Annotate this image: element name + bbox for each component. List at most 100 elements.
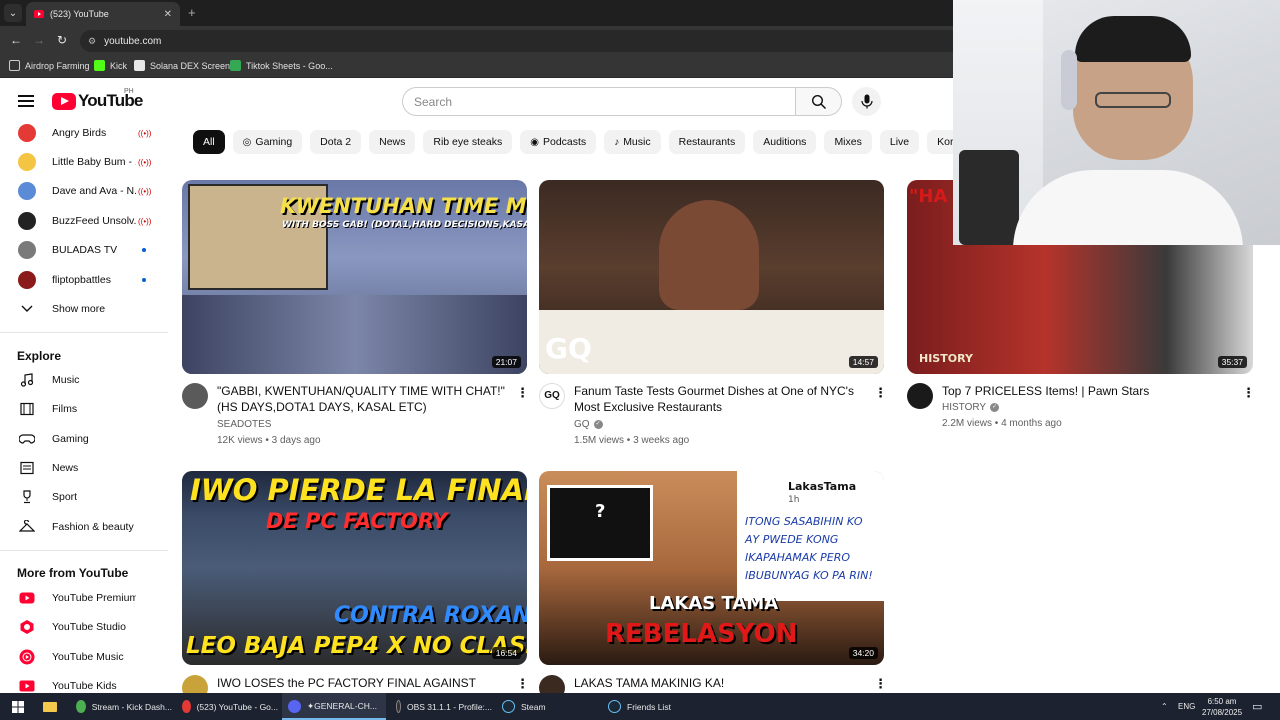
chrome-icon	[182, 700, 191, 713]
avatar	[18, 271, 36, 289]
sidebar-item-fliptopbattles[interactable]: fliptopbattles	[0, 266, 168, 294]
video-thumbnail[interactable]: IWO PIERDE LA FINAL DE PC FACTORY CONTRA…	[182, 471, 527, 665]
chip-label: Restaurants	[678, 136, 736, 148]
more-vert-icon[interactable]: ⋮	[1242, 386, 1255, 399]
chip-music[interactable]: ♪ Music	[604, 130, 661, 154]
taskbar-item-steam[interactable]: Steam	[496, 693, 598, 720]
channel-name[interactable]: HISTORY ✓	[942, 402, 1000, 413]
tab-search-button[interactable]: ⌄	[4, 4, 22, 22]
channel-avatar[interactable]	[182, 675, 208, 693]
sidebar-item-fashion-beauty[interactable]: Fashion & beauty	[0, 513, 168, 541]
chip-mixes[interactable]: Mixes	[824, 130, 872, 154]
channel-avatar[interactable]: GQ	[539, 383, 565, 409]
channel-avatar[interactable]	[539, 675, 565, 693]
more-vert-icon[interactable]: ⋮	[874, 386, 887, 399]
taskbar-item-friends-list[interactable]: Friends List	[602, 693, 704, 720]
video-thumbnail[interactable]: ? LakasTama 1h ITONG SASABIHIN KO AY PWE…	[539, 471, 884, 665]
clock[interactable]: 6:50 am 27/08/2025	[1202, 693, 1242, 720]
taskbar-item-discord[interactable]: ✦GENERAL-CH...	[282, 693, 386, 720]
sidebar-show-more[interactable]: Show more	[0, 295, 168, 323]
file-explorer-button[interactable]	[40, 693, 60, 720]
more-vert-icon[interactable]: ⋮	[516, 677, 529, 690]
search-input[interactable]	[402, 87, 796, 116]
back-arrow-icon[interactable]: ←	[10, 33, 22, 47]
chip-restaurants[interactable]: Restaurants	[668, 130, 746, 154]
taskbar-item-kick[interactable]: Stream - Kick Dash...	[70, 693, 172, 720]
taskbar-item-youtube[interactable]: (523) YouTube - Go...	[176, 693, 278, 720]
chip-podcasts[interactable]: ◉ Podcasts	[520, 130, 597, 154]
bookmark-tiktok-sheets[interactable]: Tiktok Sheets - Goo...	[230, 60, 333, 71]
video-title[interactable]: Top 7 PRICELESS Items! | Pawn Stars	[942, 383, 1149, 399]
channel-name[interactable]: SEADOTES	[217, 419, 271, 430]
chip-all[interactable]: All	[193, 130, 225, 154]
more-vert-icon[interactable]: ⋮	[516, 386, 529, 399]
channel-avatar[interactable]	[907, 383, 933, 409]
chip-news[interactable]: News	[369, 130, 416, 154]
sidebar-item-little-baby-bum[interactable]: Little Baby Bum - ... ((•))	[0, 148, 168, 176]
thumb-caption: REBELASYON	[605, 619, 798, 649]
bookmark-solana-dex[interactable]: Solana DEX Screener	[134, 60, 238, 71]
headphone-icon	[1061, 50, 1077, 110]
video-title[interactable]: IWO LOSES the PC FACTORY FINAL AGAINST R…	[217, 675, 527, 693]
sidebar-item-buladas-tv[interactable]: BULADAS TV	[0, 236, 168, 264]
chip-label: Korean cu	[937, 136, 953, 148]
taskbar-item-obs[interactable]: OBS 31.1.1 - Profile:...	[390, 693, 492, 720]
sidebar-item-sport[interactable]: Sport	[0, 483, 168, 511]
bookmark-label: Kick	[110, 60, 128, 71]
sidebar-item-label: fliptopbattles	[52, 274, 111, 286]
video-thumbnail[interactable]: GQ 14:57	[539, 180, 884, 374]
video-thumbnail[interactable]: KWENTUHAN TIME MUNA WITH BOSS GAB! (DOTA…	[182, 180, 527, 374]
sidebar-item-gaming[interactable]: Gaming	[0, 425, 168, 453]
thumb-caption: LEO BAJA PEP4 X NO CLASIFICAR	[186, 633, 527, 659]
chip-label: Auditions	[763, 136, 807, 148]
music-note-icon: ♪	[614, 136, 620, 148]
youtube-logo[interactable]: YouTube PH	[52, 88, 143, 111]
bookmark-airdrop-farming[interactable]: Airdrop Farming	[9, 60, 90, 71]
more-vert-icon[interactable]: ⋮	[874, 677, 887, 690]
chip-rib-eye-steaks[interactable]: Rib eye steaks	[423, 130, 513, 154]
discord-icon	[288, 700, 301, 713]
address-text: youtube.com	[104, 35, 162, 47]
windows-start-button[interactable]	[8, 693, 28, 720]
reload-icon[interactable]: ↻	[57, 33, 67, 47]
thumb-question-mark: ?	[595, 501, 606, 522]
tab-close-icon[interactable]: ✕	[164, 9, 172, 20]
sidebar-item-buzzfeed-unsolved[interactable]: BuzzFeed Unsolv... ((•))	[0, 207, 168, 235]
avatar	[18, 182, 36, 200]
sidebar-item-youtube-music[interactable]: YouTube Music	[0, 643, 168, 671]
sidebar-item-youtube-premium[interactable]: YouTube Premium	[0, 584, 168, 612]
forward-arrow-icon[interactable]: →	[33, 33, 45, 47]
voice-search-button[interactable]	[852, 87, 881, 116]
video-title[interactable]: LAKAS TAMA MAKINIG KA!	[574, 675, 724, 691]
chip-live[interactable]: Live	[879, 130, 920, 154]
sidebar-item-angry-birds[interactable]: Angry Birds ((•))	[0, 122, 168, 147]
site-info-icon[interactable]: ⚙	[88, 36, 96, 47]
clock-date: 27/08/2025	[1202, 707, 1243, 717]
sidebar-item-music[interactable]: Music	[0, 366, 168, 394]
thumb-caption: CONTRA ROXANY	[334, 603, 527, 628]
chip-dota-2[interactable]: Dota 2	[310, 130, 362, 154]
chip-gaming[interactable]: ◎ Gaming	[232, 130, 303, 154]
bookmark-kick[interactable]: Kick	[94, 60, 127, 71]
thumb-gq-logo: GQ	[545, 332, 592, 365]
tray-overflow-icon[interactable]: ⌃	[1161, 693, 1168, 720]
notification-icon[interactable]: ▭	[1252, 693, 1262, 720]
sidebar-item-films[interactable]: Films	[0, 395, 168, 423]
language-indicator[interactable]: ENG	[1178, 693, 1195, 720]
new-tab-button[interactable]: +	[188, 5, 196, 20]
address-bar[interactable]: ⚙ youtube.com	[80, 30, 960, 52]
sidebar-item-news[interactable]: News	[0, 454, 168, 482]
more-from-youtube-heading: More from YouTube	[17, 566, 129, 580]
sidebar-item-youtube-studio[interactable]: YouTube Studio	[0, 613, 168, 641]
video-title[interactable]: "GABBI, KWENTUHAN/QUALITY TIME WITH CHAT…	[217, 383, 505, 415]
search-button[interactable]	[795, 87, 842, 116]
sidebar-item-youtube-kids[interactable]: YouTube Kids	[0, 672, 168, 693]
channel-name[interactable]: GQ ✓	[574, 419, 603, 430]
sidebar-item-dave-and-ava[interactable]: Dave and Ava - N... ((•))	[0, 177, 168, 205]
channel-avatar[interactable]	[182, 383, 208, 409]
menu-icon[interactable]	[18, 95, 34, 107]
video-title[interactable]: Fanum Taste Tests Gourmet Dishes at One …	[574, 383, 854, 415]
chip-korean-cuisine[interactable]: Korean cu	[927, 130, 953, 154]
browser-tab-youtube[interactable]: (523) YouTube ✕	[26, 2, 180, 26]
chip-auditions[interactable]: Auditions	[753, 130, 817, 154]
